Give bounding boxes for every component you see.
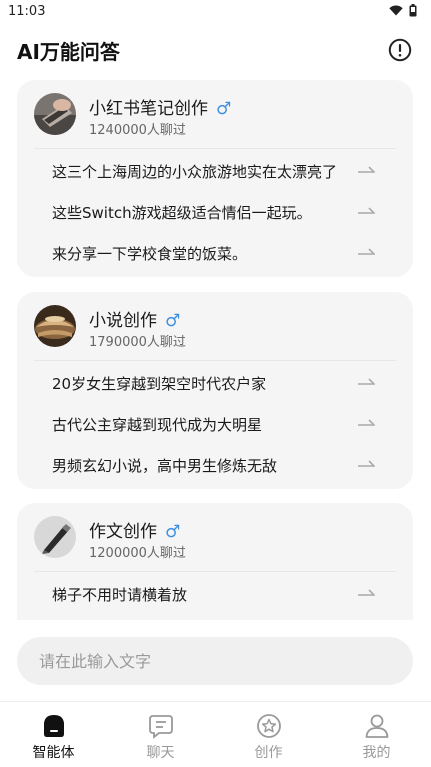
arrow-right-icon <box>358 207 375 214</box>
arrow-right-icon <box>358 166 375 173</box>
chat-count: 1240000人聊过 <box>89 123 186 138</box>
agent-name-text: 作文创作 <box>89 522 157 542</box>
arrow-right-icon <box>358 378 375 385</box>
agent-card-novel[interactable]: 小说创作 ♂ 1790000人聊过 20岁女生穿越到架空时代农户家 古代公主穿越到… <box>17 292 413 489</box>
tab-chat[interactable]: 聊天 <box>107 702 214 767</box>
prompt-item[interactable]: 梯子不用时请横着放 <box>17 573 413 614</box>
prompt-text: 这三个上海周边的小众旅游地实在太漂亮了 <box>52 163 338 181</box>
prompt-item[interactable]: 这些Switch游戏超级适合情侣一起玩。 <box>17 191 413 232</box>
prompt-text: 20岁女生穿越到架空时代农户家 <box>52 375 267 393</box>
male-icon: ♂ <box>165 522 181 542</box>
agent-name-text: 小红书笔记创作 <box>89 99 208 119</box>
message-input-bar[interactable] <box>17 637 413 685</box>
agent-card-header[interactable]: 作文创作 ♂ 1200000人聊过 <box>17 503 413 571</box>
tab-label: 智能体 <box>32 745 75 761</box>
chat-count: 1790000人聊过 <box>89 335 186 350</box>
status-icons <box>389 4 417 17</box>
prompt-item[interactable]: 来分享一下学校食堂的饭菜。 <box>17 232 413 273</box>
prompt-text: 古代公主穿越到现代成为大明星 <box>52 416 263 434</box>
wifi-icon <box>389 5 403 16</box>
tab-label: 聊天 <box>146 745 175 761</box>
agent-name: 作文创作 ♂ <box>89 517 180 542</box>
tab-label: 我的 <box>362 745 391 761</box>
chat-count: 1200000人聊过 <box>89 546 186 561</box>
agent-name: 小红书笔记创作 ♂ <box>89 94 231 119</box>
agent-list[interactable]: 小红书笔记创作 ♂ 1240000人聊过 这三个上海周边的小众旅游地实在太漂亮了 … <box>0 80 431 620</box>
agent-card-xiaohongshu[interactable]: 小红书笔记创作 ♂ 1240000人聊过 这三个上海周边的小众旅游地实在太漂亮了 … <box>17 80 413 277</box>
prompt-item[interactable]: 这三个上海周边的小众旅游地实在太漂亮了 <box>17 150 413 191</box>
tab-profile[interactable]: 我的 <box>323 702 430 767</box>
profile-icon <box>365 714 389 738</box>
chat-icon <box>149 715 173 739</box>
page-title: AI万能问答 <box>17 40 120 64</box>
prompt-text: 梯子不用时请横着放 <box>52 586 188 604</box>
avatar <box>34 516 76 558</box>
arrow-right-icon <box>358 589 375 596</box>
status-bar: 11:03 <box>0 0 431 26</box>
prompt-item[interactable]: 古代公主穿越到现代成为大明星 <box>17 403 413 444</box>
bottom-tab-bar: 智能体 聊天 创作 我的 <box>0 701 431 767</box>
battery-icon <box>409 4 417 17</box>
tab-create[interactable]: 创作 <box>215 702 322 767</box>
app-header: AI万能问答 <box>0 30 431 70</box>
male-icon: ♂ <box>165 311 181 331</box>
prompt-text: 这些Switch游戏超级适合情侣一起玩。 <box>52 204 312 222</box>
agent-card-header[interactable]: 小说创作 ♂ 1790000人聊过 <box>17 292 413 360</box>
prompt-item[interactable]: 20岁女生穿越到架空时代农户家 <box>17 362 413 403</box>
message-input[interactable] <box>39 637 389 685</box>
prompt-item[interactable]: 男频玄幻小说，高中男生修炼无敌 <box>17 444 413 485</box>
arrow-right-icon <box>358 419 375 426</box>
prompt-text: 来分享一下学校食堂的饭菜。 <box>52 245 248 263</box>
prompt-list: 这三个上海周边的小众旅游地实在太漂亮了 这些Switch游戏超级适合情侣一起玩。… <box>17 148 413 273</box>
arrow-right-icon <box>358 248 375 255</box>
tab-agents[interactable]: 智能体 <box>0 702 107 767</box>
prompt-list: 20岁女生穿越到架空时代农户家 古代公主穿越到现代成为大明星 男频玄幻小说，高中… <box>17 360 413 485</box>
avatar <box>34 93 76 135</box>
prompt-text: 男频玄幻小说，高中男生修炼无敌 <box>52 457 278 475</box>
prompt-list: 梯子不用时请横着放 <box>17 571 413 614</box>
agent-name: 小说创作 ♂ <box>89 306 180 331</box>
arrow-right-icon <box>358 460 375 467</box>
agent-card-header[interactable]: 小红书笔记创作 ♂ 1240000人聊过 <box>17 80 413 148</box>
male-icon: ♂ <box>216 99 232 119</box>
avatar <box>34 305 76 347</box>
agent-icon <box>44 715 64 737</box>
agent-card-essay[interactable]: 作文创作 ♂ 1200000人聊过 梯子不用时请横着放 <box>17 503 413 620</box>
tab-label: 创作 <box>254 745 283 761</box>
agent-name-text: 小说创作 <box>89 311 157 331</box>
create-star-icon <box>257 714 281 738</box>
status-time: 11:03 <box>8 4 46 19</box>
info-icon[interactable] <box>388 38 412 62</box>
